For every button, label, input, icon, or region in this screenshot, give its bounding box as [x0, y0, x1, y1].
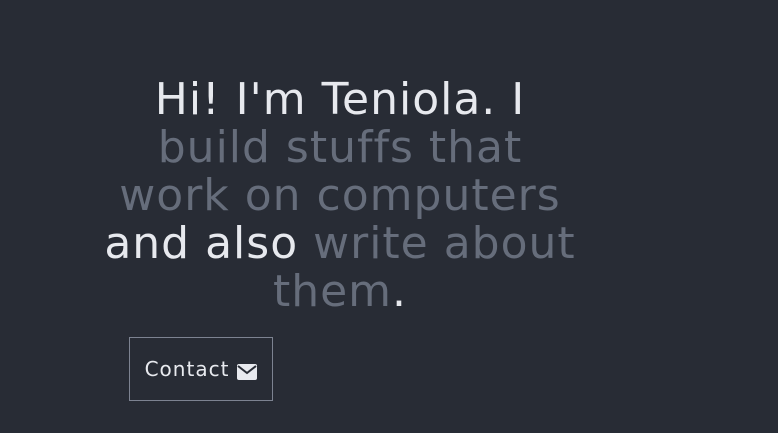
hero-line-3: work on computers	[80, 172, 600, 220]
hero-and-also-text: and also	[104, 218, 299, 269]
hero-heading: Hi! I'm Teniola. I build stuffs that wor…	[80, 76, 600, 316]
hero-them-text: them	[272, 266, 393, 317]
contact-button[interactable]: Contact	[129, 337, 273, 401]
hero-greeting: Hi! I'm Teniola. I	[154, 74, 526, 125]
hero-line-1: Hi! I'm Teniola. I	[80, 76, 600, 124]
envelope-icon	[237, 361, 258, 380]
contact-button-label: Contact	[144, 357, 230, 381]
hero-write-about-text: write about	[298, 218, 576, 269]
hero-period: .	[392, 266, 408, 317]
hero-line-4: and also write about	[80, 220, 600, 268]
hero-line-5: them.	[80, 268, 600, 316]
hero-build-text: build stuffs that	[157, 122, 523, 173]
hero-line-2: build stuffs that	[80, 124, 600, 172]
hero-computers-text: work on computers	[119, 170, 561, 221]
